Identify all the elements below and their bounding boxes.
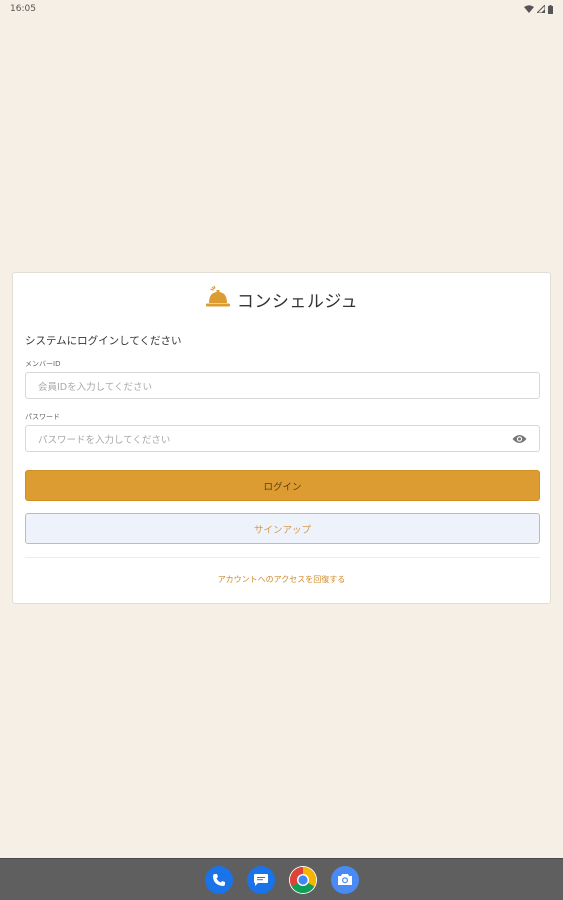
- eye-icon[interactable]: [512, 434, 527, 444]
- divider: [25, 557, 540, 558]
- battery-icon: [548, 4, 553, 14]
- messages-icon[interactable]: [246, 865, 275, 894]
- login-button[interactable]: ログイン: [25, 470, 540, 501]
- status-icons: [524, 4, 553, 14]
- member-id-input[interactable]: 会員IDを入力してください: [25, 372, 540, 399]
- wifi-icon: [524, 5, 534, 13]
- chrome-icon[interactable]: [288, 865, 317, 894]
- password-label: パスワード: [25, 413, 60, 421]
- camera-icon[interactable]: [330, 865, 359, 894]
- brand-header: コンシェルジュ: [13, 285, 550, 313]
- login-heading: システムにログインしてください: [25, 335, 182, 347]
- phone-icon[interactable]: [204, 865, 233, 894]
- recover-account-link[interactable]: アカウントへのアクセスを回復する: [13, 574, 550, 585]
- bell-icon: [205, 284, 231, 314]
- signal-icon: [537, 5, 545, 13]
- signup-button[interactable]: サインアップ: [25, 513, 540, 544]
- login-card: コンシェルジュ システムにログインしてください メンバーID 会員IDを入力して…: [12, 272, 551, 604]
- member-id-placeholder: 会員IDを入力してください: [38, 381, 153, 393]
- brand-title: コンシェルジュ: [236, 291, 359, 312]
- member-id-label: メンバーID: [25, 360, 61, 368]
- app-dock: [0, 858, 563, 900]
- status-bar: 16:05: [0, 0, 563, 18]
- status-time: 16:05: [10, 4, 36, 14]
- password-placeholder: パスワードを入力してください: [38, 434, 171, 446]
- password-input[interactable]: パスワードを入力してください: [25, 425, 540, 452]
